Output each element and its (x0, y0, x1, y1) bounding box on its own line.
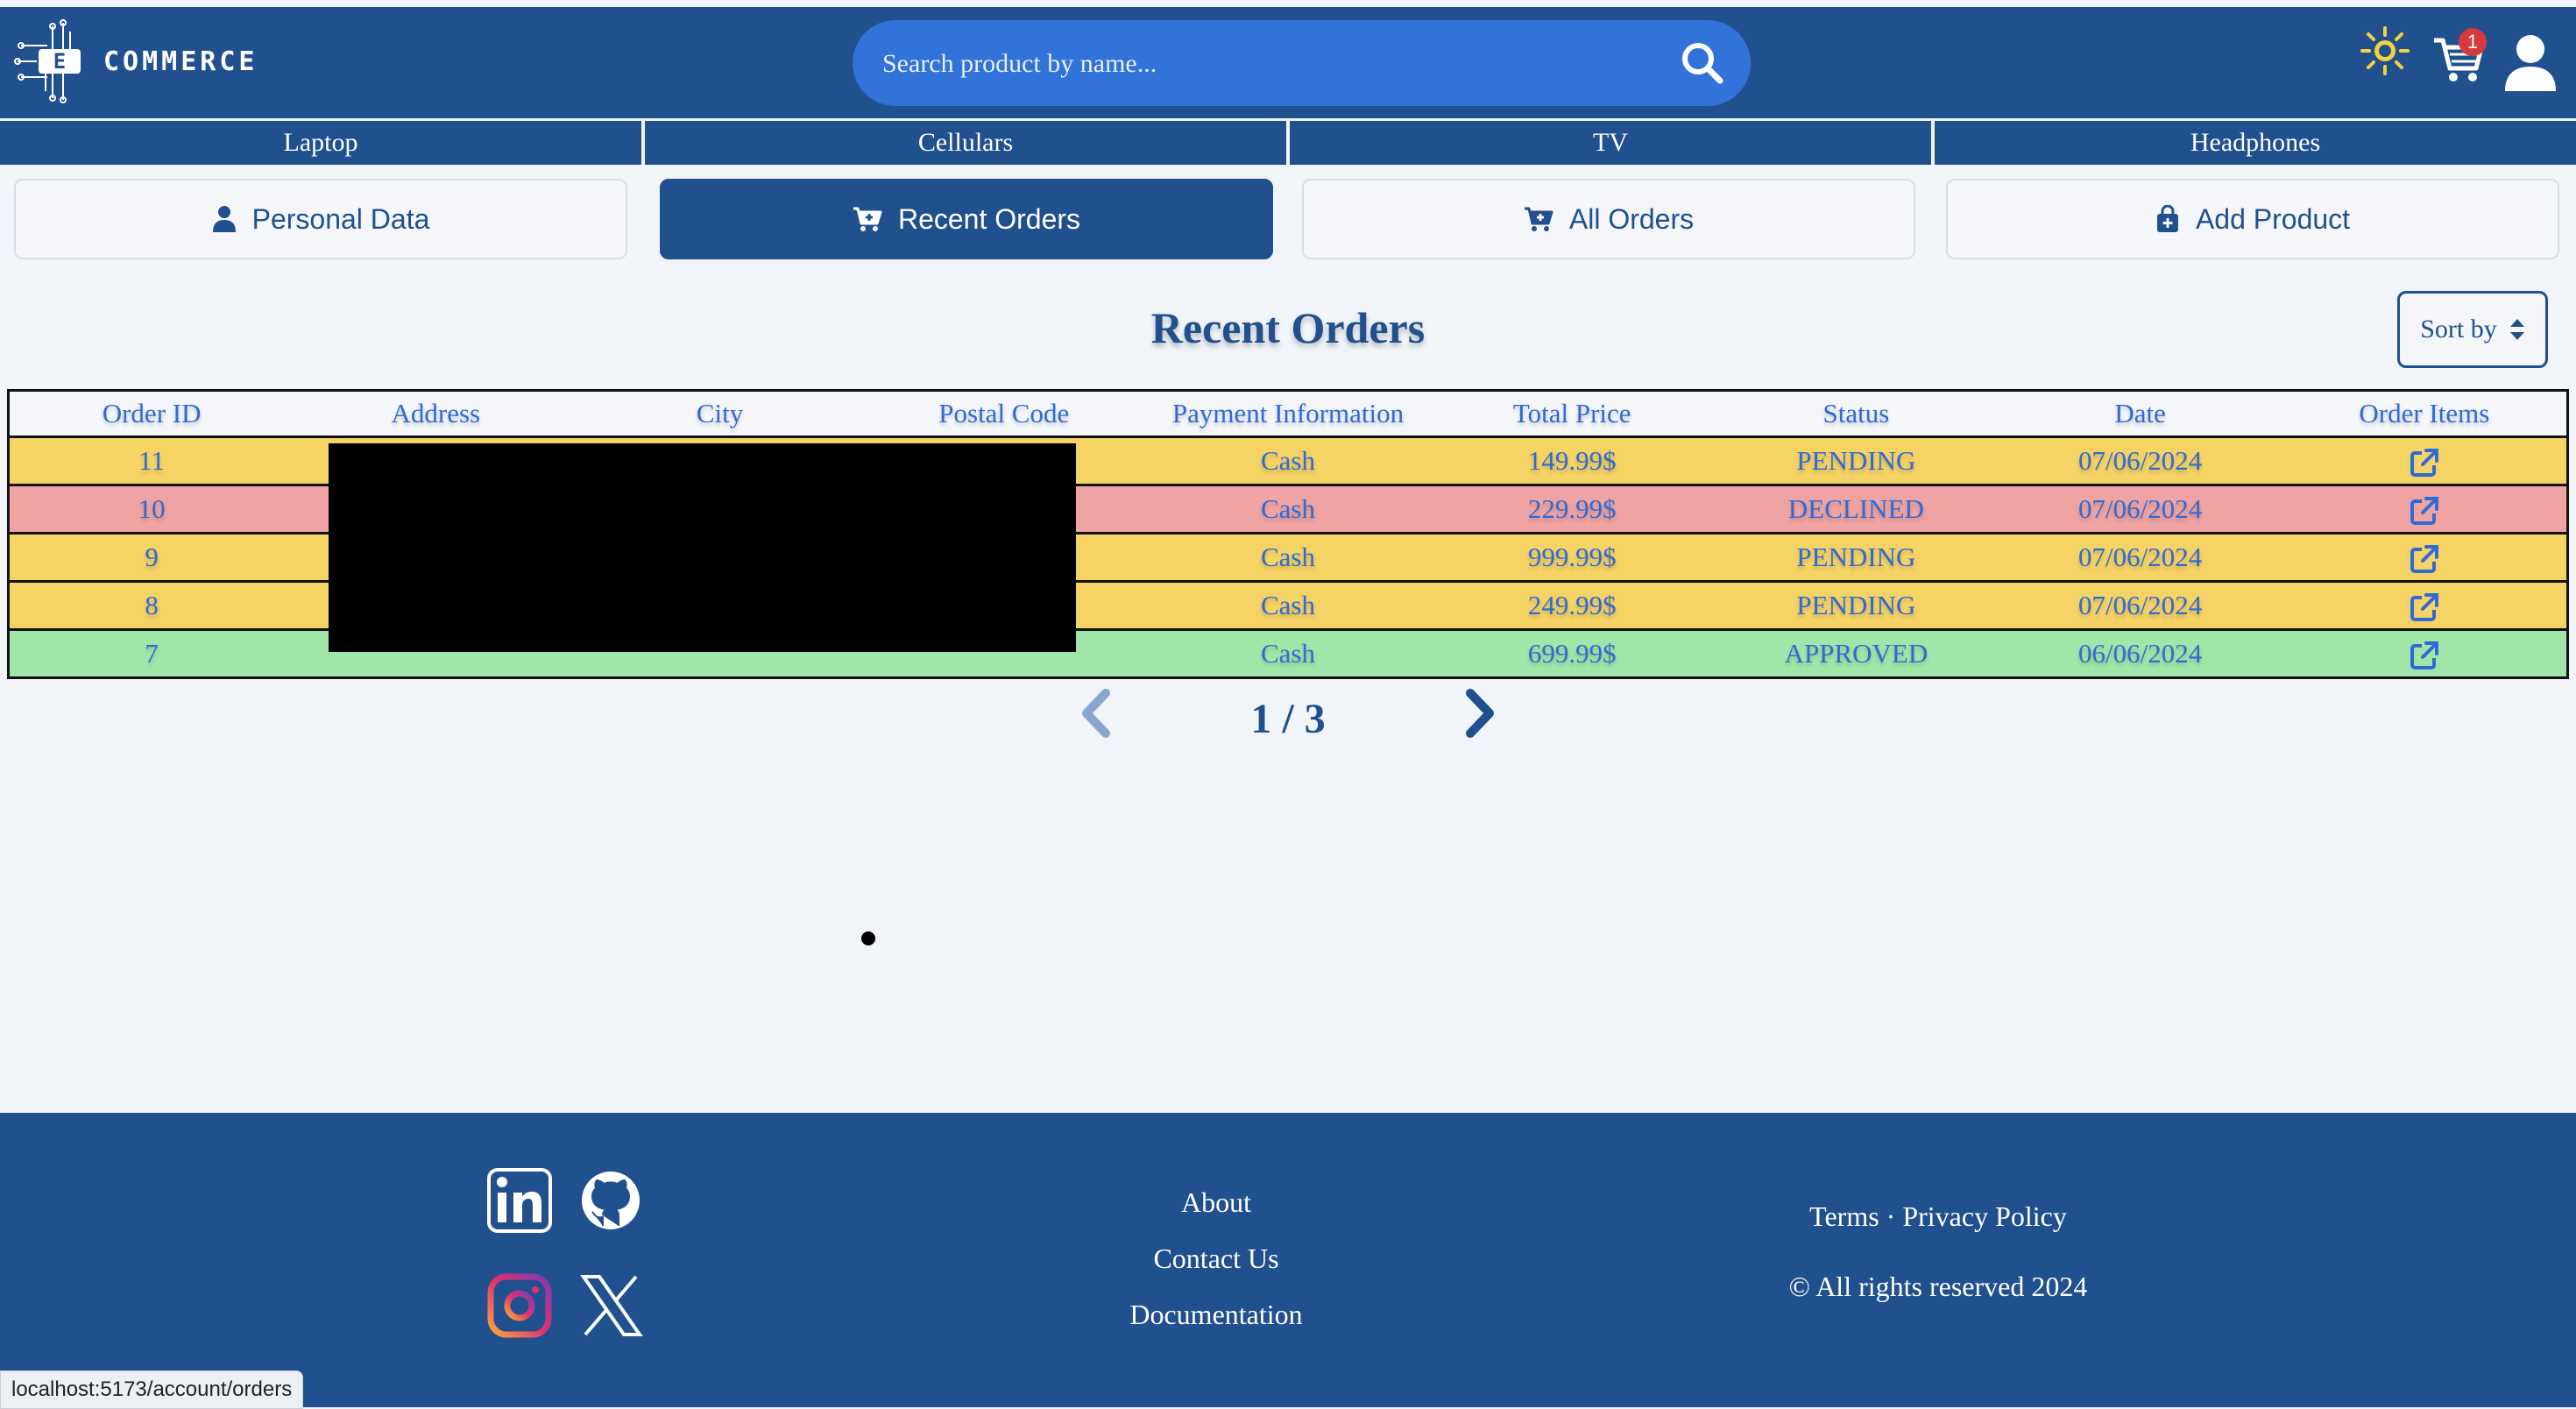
cell-status: PENDING (1796, 590, 1916, 620)
category-headphones[interactable]: Headphones (1935, 121, 2576, 165)
page-indicator: 1 / 3 (1250, 696, 1326, 742)
user-icon (212, 206, 236, 232)
status-bar-url: localhost:5173/account/orders (0, 1370, 304, 1409)
column-header: Order Items (2359, 398, 2490, 428)
cell-order-items (2282, 492, 2566, 526)
theme-toggle-sun-icon[interactable] (2360, 26, 2410, 75)
external-link-icon[interactable] (2410, 448, 2439, 478)
cell-order-id: 10 (138, 493, 166, 524)
category-nav: Laptop Cellulars TV Headphones (0, 121, 2576, 165)
shopping-bag-icon (2156, 205, 2178, 232)
cell-total-price: 229.99$ (1527, 493, 1617, 524)
column-header: Status (1822, 398, 1890, 428)
tab-label: All Orders (1568, 202, 1695, 235)
sort-label: Sort by (2420, 315, 2497, 343)
column-header: Payment Information (1171, 398, 1405, 428)
cell-payment: Cash (1260, 445, 1315, 476)
tab-label: Personal Data (251, 202, 430, 235)
external-link-icon[interactable] (2410, 592, 2439, 622)
cart-count-badge: 1 (2459, 28, 2487, 56)
cell-total-price: 699.99$ (1527, 638, 1617, 669)
cell-payment: Cash (1260, 542, 1315, 572)
cart-plus-icon (853, 207, 882, 231)
external-link-icon[interactable] (2410, 641, 2439, 670)
cell-order-id: 8 (145, 590, 159, 620)
footer-legal-links[interactable]: Terms · Privacy Policy (1675, 1200, 2201, 1233)
cell-payment: Cash (1260, 590, 1315, 620)
tab-all-orders[interactable]: All Orders (1302, 179, 1915, 259)
cell-order-id: 9 (145, 542, 159, 572)
external-link-icon[interactable] (2410, 544, 2439, 574)
column-header: City (696, 398, 744, 428)
category-laptop[interactable]: Laptop (0, 121, 645, 165)
cell-order-items (2282, 444, 2566, 478)
prev-page-chevron-icon[interactable] (1079, 688, 1115, 739)
github-icon[interactable] (578, 1168, 643, 1233)
cell-order-id: 11 (138, 445, 166, 476)
cell-payment: Cash (1260, 638, 1315, 669)
tab-label: Recent Orders (897, 202, 1081, 235)
table-header-row: Order ID Address City Postal Code Paymen… (10, 392, 2566, 438)
cell-order-items (2282, 637, 2566, 670)
footer-link-contact[interactable]: Contact Us (953, 1243, 1479, 1275)
logo[interactable]: E COMMERCE (12, 19, 258, 103)
cell-total-price: 999.99$ (1527, 542, 1617, 572)
column-header: Address (391, 398, 481, 428)
tab-recent-orders[interactable]: Recent Orders (660, 179, 1273, 259)
search-icon[interactable] (1681, 41, 1724, 85)
cell-date: 07/06/2024 (2078, 590, 2203, 620)
footer-link-about[interactable]: About (953, 1186, 1479, 1219)
search-bar (853, 20, 1751, 108)
logo-text: COMMERCE (103, 46, 258, 77)
search-input[interactable] (881, 20, 1655, 108)
user-account-icon[interactable] (2503, 33, 2558, 93)
linkedin-icon[interactable] (487, 1168, 552, 1233)
column-header: Order ID (102, 398, 202, 428)
cell-date: 07/06/2024 (2078, 445, 2203, 476)
cell-status: PENDING (1796, 445, 1916, 476)
external-link-icon[interactable] (2410, 496, 2439, 526)
cell-date: 07/06/2024 (2078, 542, 2203, 572)
tab-personal-data[interactable]: Personal Data (14, 179, 627, 259)
cursor-dot (861, 931, 875, 945)
cell-total-price: 149.99$ (1527, 445, 1617, 476)
column-header: Postal Code (938, 398, 1070, 428)
category-cellulars[interactable]: Cellulars (645, 121, 1290, 165)
footer-copyright: © All rights reserved 2024 (1788, 1271, 2088, 1302)
next-page-chevron-icon[interactable] (1461, 688, 1497, 739)
page-title: Recent Orders (1150, 303, 1426, 352)
cell-order-items (2282, 589, 2566, 622)
cell-order-id: 7 (145, 638, 159, 669)
instagram-icon[interactable] (487, 1273, 552, 1338)
column-header: Total Price (1512, 398, 1631, 428)
category-tv[interactable]: TV (1290, 121, 1935, 165)
svg-text:E: E (53, 49, 66, 74)
cell-status: PENDING (1796, 542, 1916, 572)
cell-status: APPROVED (1784, 638, 1928, 669)
tab-label: Add Product (2195, 202, 2351, 235)
cell-status: DECLINED (1787, 493, 1924, 524)
cell-date: 06/06/2024 (2078, 638, 2203, 669)
cell-order-items (2282, 541, 2566, 574)
cell-payment: Cash (1260, 493, 1315, 524)
sort-by-button[interactable]: Sort by (2397, 291, 2548, 368)
sort-icon (2509, 319, 2524, 340)
column-header: Date (2114, 398, 2166, 428)
cart-plus-icon (1524, 207, 1553, 231)
x-icon[interactable] (578, 1273, 643, 1338)
redacted-block (329, 443, 1076, 652)
cell-date: 07/06/2024 (2078, 493, 2203, 524)
circuit-logo-icon: E (14, 19, 81, 103)
cell-total-price: 249.99$ (1527, 590, 1617, 620)
footer-link-documentation[interactable]: Documentation (953, 1299, 1479, 1331)
tab-add-product[interactable]: Add Product (1946, 179, 2559, 259)
